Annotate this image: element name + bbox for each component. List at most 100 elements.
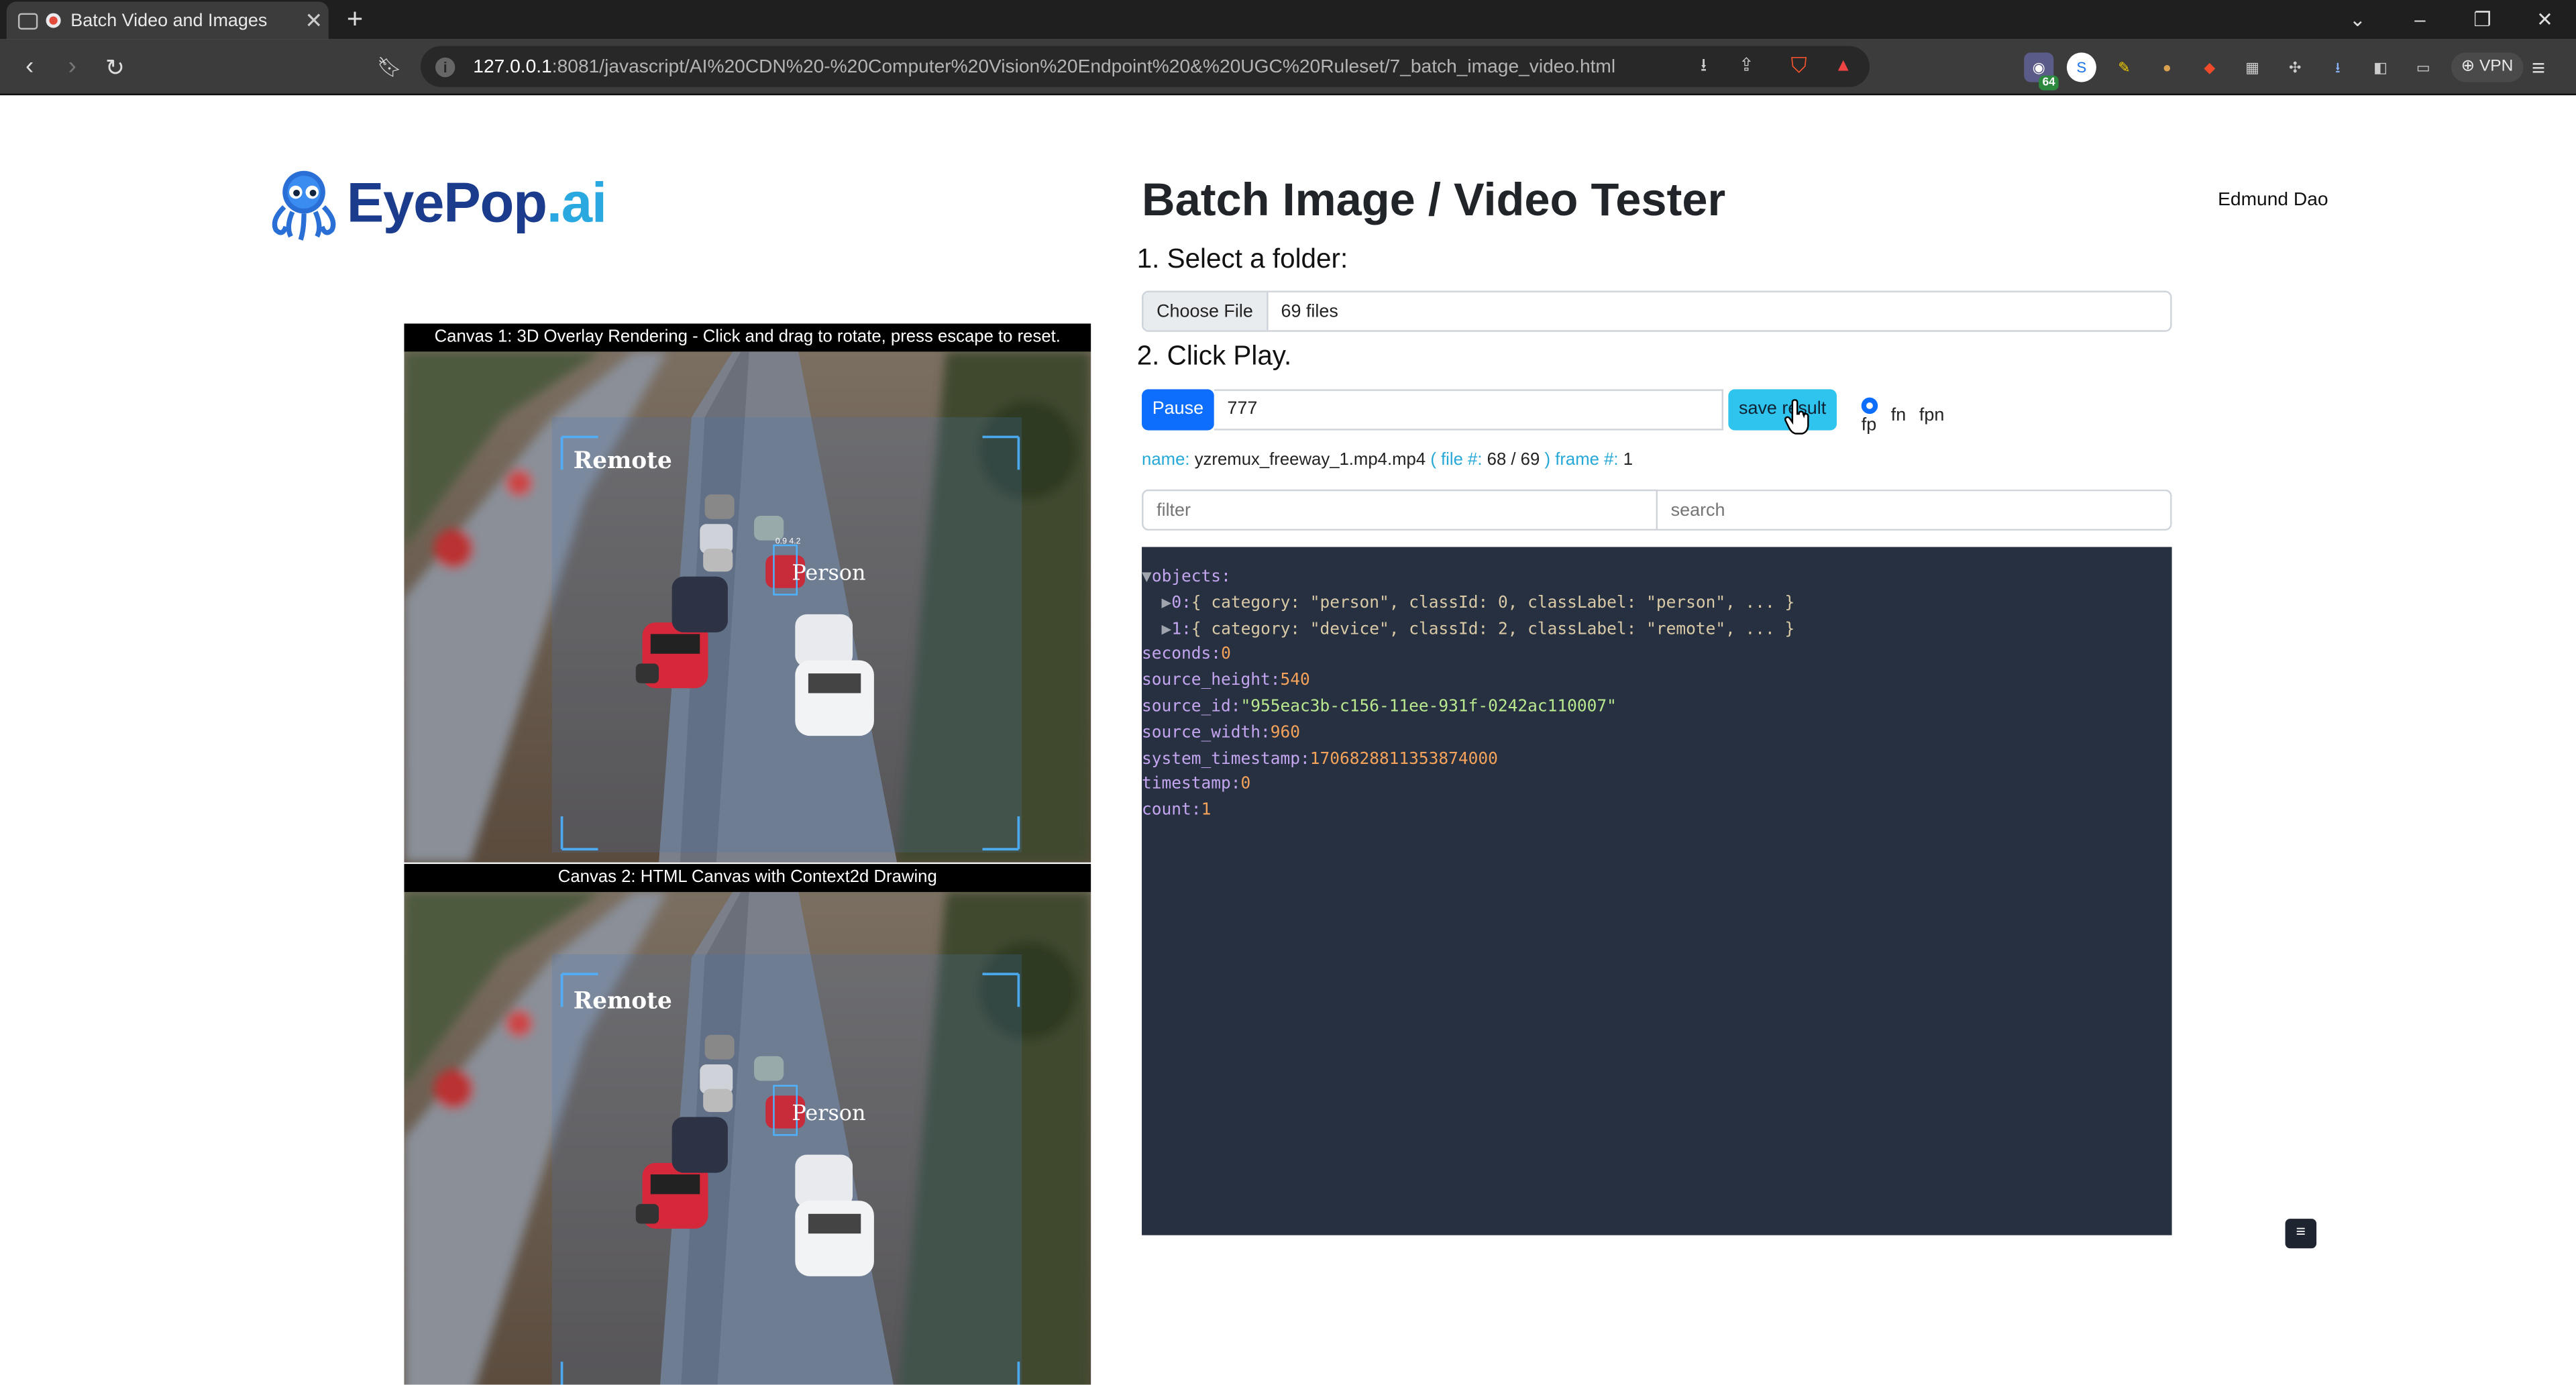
tab-search-icon[interactable]: ⌄ [2326,0,2389,40]
close-window-icon[interactable]: ✕ [2514,0,2576,40]
extension-5-icon[interactable]: ◆ [2195,52,2224,82]
choose-file-button[interactable]: Choose File [1143,292,1268,331]
json-key: source_width [1142,724,1260,742]
json-key: source_height [1142,672,1271,691]
radio-fp-label: fp [1861,415,1877,435]
json-separator: : [1181,594,1191,612]
site-info-icon[interactable]: i [435,56,455,76]
radio-fp[interactable]: fp [1861,396,1878,435]
extension-2-icon[interactable]: S [2066,52,2096,82]
freeway-image [404,351,1091,863]
wallet-icon[interactable]: ▭ [2408,52,2438,82]
playback-status: name: yzremux_freeway_1.mp4.mp4 ( file #… [1142,450,1633,469]
restore-icon[interactable]: ❐ [2451,0,2514,40]
bookmark-icon[interactable]: 🔖︎ [373,40,406,95]
hand-cursor-icon [1784,399,1809,435]
search-input[interactable] [1658,489,2172,531]
extensions-puzzle-icon[interactable]: ✣ [2280,52,2310,82]
octopus-logo-icon [272,170,336,241]
sidebar-icon[interactable]: ◧ [2366,52,2396,82]
json-separator: : [1299,750,1310,769]
json-value: 1 [1201,801,1212,820]
number-input[interactable]: 777 [1214,389,1724,431]
brave-shield-icon[interactable]: ⛉ [1786,52,1812,78]
remote-label-2: Remote [573,989,672,1015]
url-text[interactable]: 127.0.0.1:8081/javascript/AI%20CDN%20-%2… [473,56,1615,76]
json-line: source_id:"955eac3b-c156-11ee-931f-0242a… [1142,695,2172,721]
extensions-area: ◉ 64 S ✎ ● ◆ ▦ ✣ ⭳ ◧ ▭ [2024,51,2438,91]
vpn-button[interactable]: ⊕ VPN [2451,52,2524,82]
downloads-icon[interactable]: ⭳ [2323,52,2353,82]
expand-triangle-icon[interactable]: ▶ [1162,620,1172,639]
close-tab-icon[interactable]: ✕ [299,7,329,34]
json-separator: : [1181,620,1191,639]
pause-button[interactable]: Pause [1142,389,1214,431]
json-line: system_timestamp:1706828811353874000 [1142,746,2172,773]
json-line: seconds:0 [1142,643,2172,669]
tab-favicon-icon [17,12,38,29]
extension-badge: 64 [2039,75,2059,91]
radio-fn-label: fn [1890,405,1907,426]
json-value: { category: "device", classId: 2, classL… [1191,620,1795,639]
json-line[interactable]: ▶0:{ category: "person", classId: 0, cla… [1142,591,2172,617]
browser-tab[interactable]: Batch Video and Images ✕ [6,1,329,40]
tab-title: Batch Video and Images [70,10,268,31]
json-toggle-button[interactable]: ≡ [2285,1219,2317,1249]
brave-rewards-icon[interactable]: ▲ [1830,52,1856,78]
json-viewer[interactable]: ▼objects: ▶0:{ category: "person", class… [1142,547,2172,1235]
extension-6-icon[interactable]: ▦ [2238,52,2267,82]
file-value: 68 / 69 [1487,450,1540,470]
radio-fpn[interactable]: fpn [1919,406,1944,425]
save-result-button[interactable]: save result [1728,389,1837,431]
vpn-icon: ⊕ [2461,57,2479,76]
eyepop-logo: EyePop.ai [264,164,607,243]
share-icon[interactable]: ⇪ [1733,52,1760,78]
minimize-icon[interactable]: – [2389,0,2451,40]
folder-file-input[interactable]: Choose File 69 files [1142,290,2172,332]
window-controls: ⌄ – ❐ ✕ [2326,0,2576,40]
address-bar[interactable]: i 127.0.0.1:8081/javascript/AI%20CDN%20-… [420,46,1870,87]
forward-icon[interactable]: › [56,40,89,95]
json-separator: : [1260,724,1271,742]
browser-menu-icon[interactable]: ≡ [2532,54,2545,80]
json-value: 0 [1240,775,1251,794]
url-path: :8081/javascript/AI%20CDN%20-%20Computer… [551,56,1616,76]
download-icon[interactable]: ⭳ [1690,52,1717,78]
canvas-2-scene[interactable]: Remote Person [404,891,1091,1385]
vpn-label: VPN [2479,57,2514,76]
expand-triangle-icon[interactable]: ▶ [1162,594,1172,612]
json-separator: : [1230,775,1241,794]
logo-text: EyePop.ai [347,171,607,236]
json-key: objects [1151,568,1222,587]
json-line: timestamp:0 [1142,773,2172,799]
browser-toolbar: ‹ › ↻ 🔖︎ i 127.0.0.1:8081/javascript/AI%… [0,39,2576,96]
json-key: source_id [1142,698,1231,716]
confidence-label: 0.9 4.2 [775,537,801,547]
reload-icon[interactable]: ↻ [99,40,131,95]
screen: Batch Video and Images ✕ + ⌄ – ❐ ✕ ‹ › ↻… [0,0,2576,1385]
json-line: source_height:540 [1142,669,2172,695]
json-key: timestamp [1142,775,1231,794]
json-separator: : [1270,672,1281,691]
canvas-1-scene[interactable]: Remote Person 0.9 4.2 [404,351,1091,863]
json-line[interactable]: ▶1:{ category: "device", classId: 2, cla… [1142,617,2172,643]
radio-fp-circle[interactable] [1861,397,1878,414]
extension-1-icon[interactable]: ◉ 64 [2024,52,2059,91]
logo-tld: .ai [546,171,607,234]
filter-input[interactable] [1142,489,1658,531]
user-name[interactable]: Edmund Dao [2218,190,2328,210]
collapse-triangle-icon[interactable]: ▼ [1142,568,1152,586]
highlighter-icon[interactable]: ✎ [2110,52,2139,82]
back-icon[interactable]: ‹ [13,40,46,95]
canvas-1[interactable]: Canvas 1: 3D Overlay Rendering - Click a… [404,323,1091,863]
json-line[interactable]: ▼objects: [1142,565,2172,591]
new-tab-button[interactable]: + [338,3,371,36]
json-key: 0 [1171,594,1182,612]
canvas-2[interactable]: Canvas 2: HTML Canvas with Context2d Dra… [404,864,1091,1385]
json-value: 1706828811353874000 [1309,750,1498,769]
radio-fn[interactable]: fn [1891,406,1907,425]
freeway-image-2 [404,891,1091,1385]
frame-label: ) frame #: [1544,450,1619,470]
cookie-icon[interactable]: ● [2152,52,2182,82]
json-key: system_timestamp [1142,750,1300,769]
